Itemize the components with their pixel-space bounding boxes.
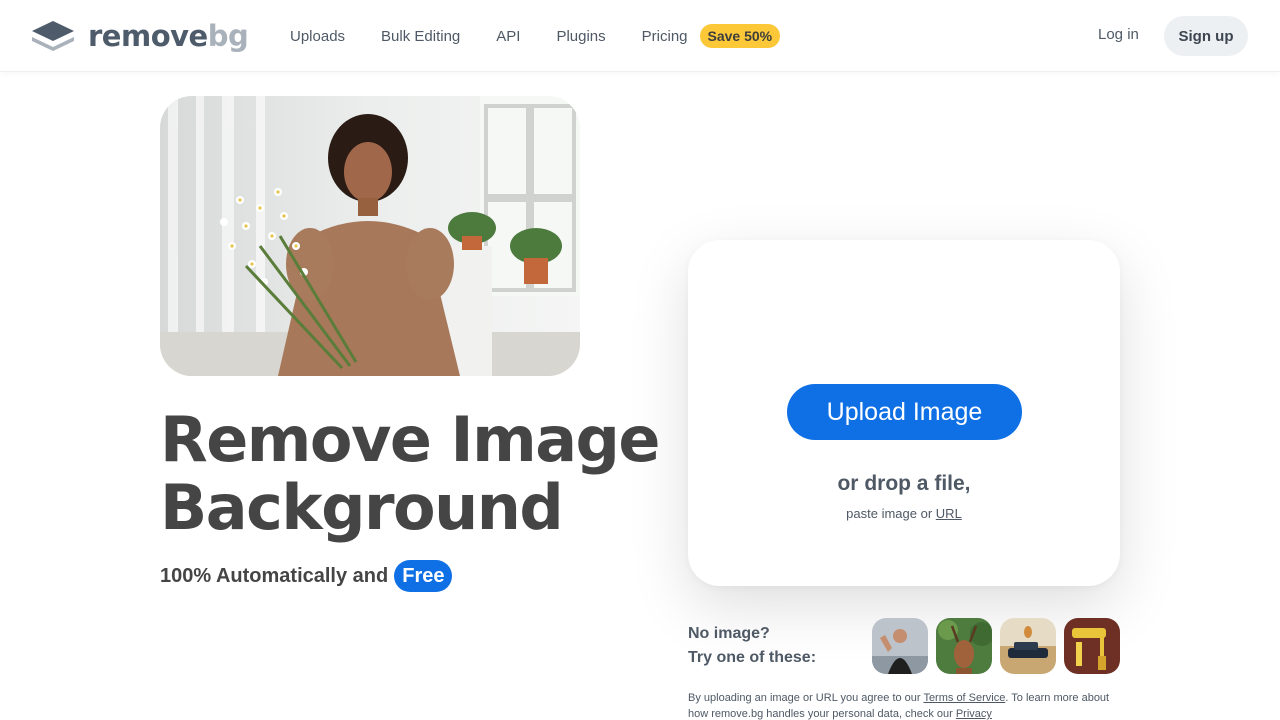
login-link[interactable]: Log in <box>1098 26 1139 43</box>
nav-pricing[interactable]: Pricing <box>642 28 688 45</box>
logo-bg: bg <box>207 19 249 53</box>
title-line-2: Background <box>160 471 564 544</box>
upload-image-button[interactable]: Upload Image <box>787 384 1022 440</box>
save-badge[interactable]: Save 50% <box>699 24 781 48</box>
drop-file-text: or drop a file, <box>837 472 971 495</box>
nav-bulk-editing[interactable]: Bulk Editing <box>381 28 460 45</box>
paste-text: paste image or URL <box>688 506 1120 521</box>
sample-thumbnails <box>872 618 1128 674</box>
free-badge: Free <box>394 560 453 592</box>
sample-prompt-line-2: Try one of these: <box>688 649 817 666</box>
woman-flexing-thumbnail[interactable] <box>872 618 928 674</box>
logo[interactable]: removebg <box>30 18 249 54</box>
paint-roller-thumbnail[interactable] <box>1064 618 1120 674</box>
nav-plugins[interactable]: Plugins <box>556 28 605 45</box>
url-link[interactable]: URL <box>936 506 962 521</box>
upload-card[interactable]: Upload Image or drop a file, paste image… <box>688 240 1120 586</box>
sample-prompt-line-1: No image? <box>688 625 770 642</box>
terms-of-service-link[interactable]: Terms of Service <box>923 692 1005 704</box>
nav-links: Uploads Bulk Editing API Plugins Pricing… <box>290 0 781 72</box>
legal-text-1: By uploading an image or URL you agree t… <box>688 692 921 704</box>
privacy-link[interactable]: Privacy <box>956 708 992 720</box>
page-title: Remove Image Background <box>160 406 680 542</box>
subtitle: 100% Automatically and Free <box>160 560 453 592</box>
logo-remove: remove <box>88 19 208 53</box>
top-navbar: removebg Uploads Bulk Editing API Plugin… <box>0 0 1280 72</box>
nav-uploads[interactable]: Uploads <box>290 28 345 45</box>
layers-logo-icon <box>32 21 74 51</box>
subtitle-text: 100% Automatically and <box>160 564 389 587</box>
nav-api[interactable]: API <box>496 28 520 45</box>
legal-notice: By uploading an image or URL you agree t… <box>688 690 1120 720</box>
car-thumbnail[interactable] <box>1000 618 1056 674</box>
deer-thumbnail[interactable] <box>936 618 992 674</box>
hero-image <box>160 96 580 376</box>
signup-button[interactable]: Sign up <box>1164 16 1248 56</box>
sample-prompt: No image? Try one of these: <box>688 622 816 670</box>
logo-text: removebg <box>88 18 249 54</box>
paste-prefix: paste image or <box>846 506 933 521</box>
title-line-1: Remove Image <box>160 403 660 476</box>
